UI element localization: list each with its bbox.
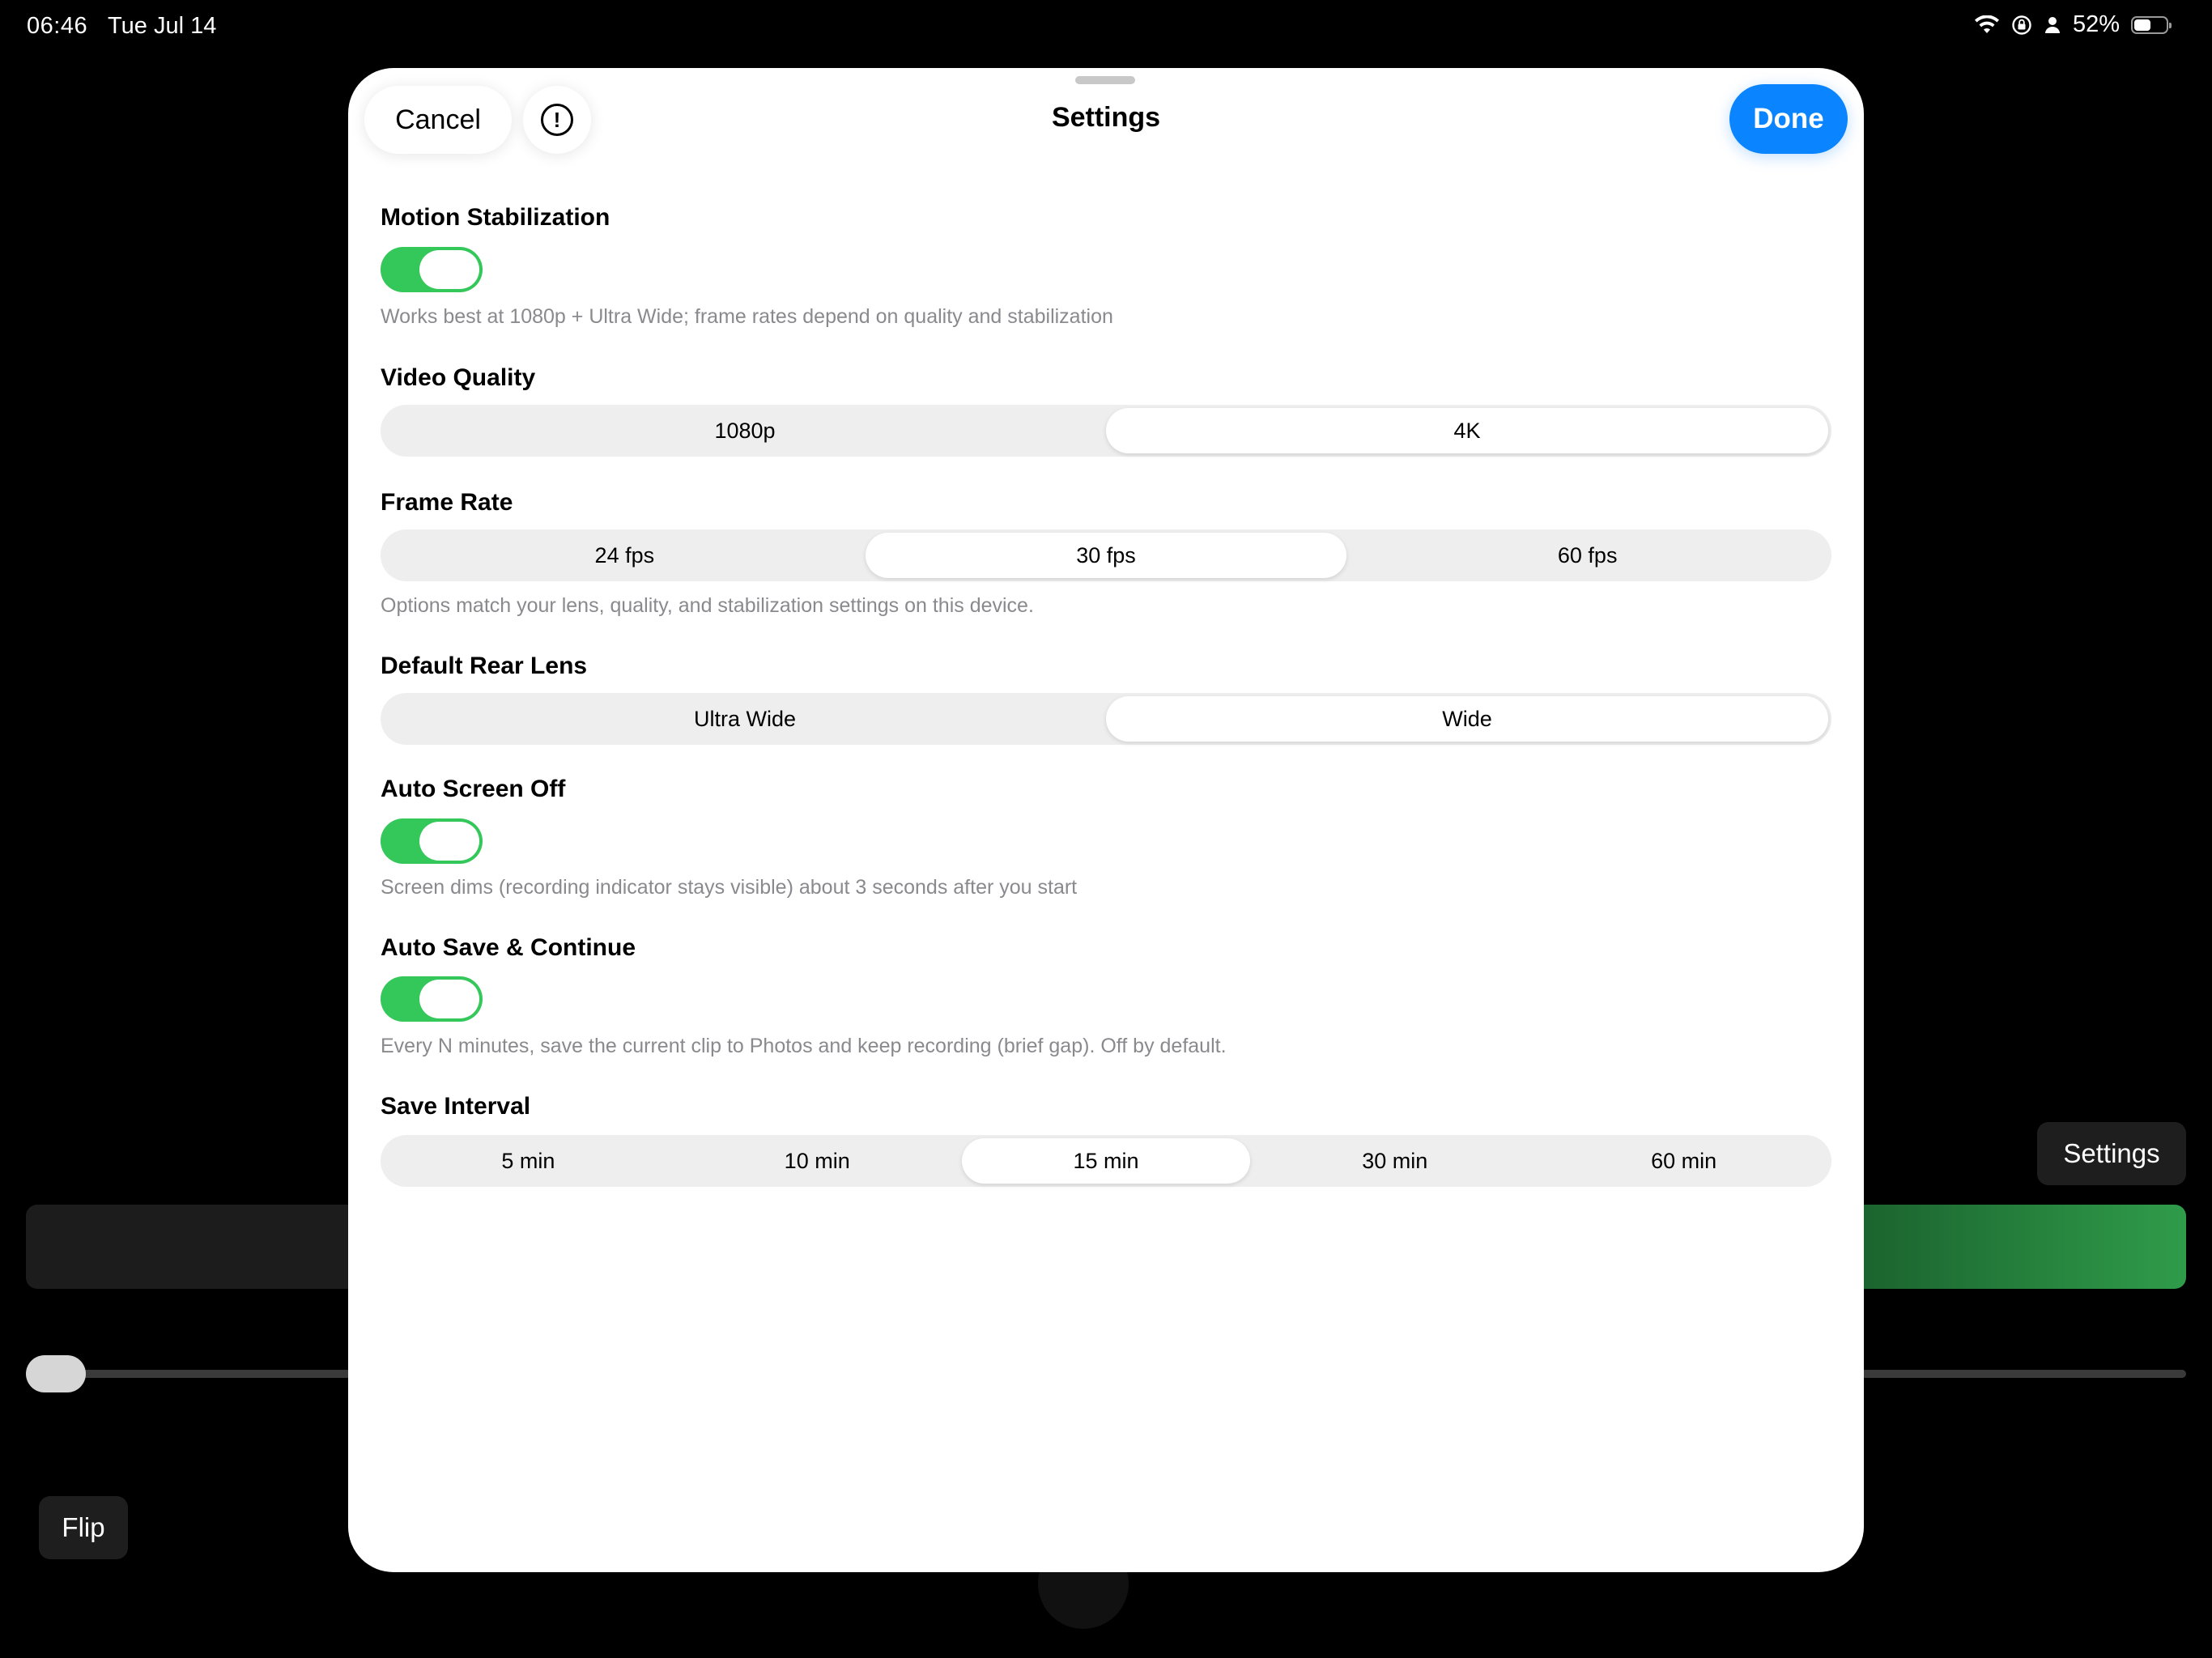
toggle-knob (419, 822, 479, 861)
done-button[interactable]: Done (1729, 84, 1848, 154)
frame-rate-option-30[interactable]: 30 fps (865, 533, 1347, 578)
flip-camera-button[interactable]: Flip (39, 1496, 128, 1559)
status-bar: 06:46 Tue Jul 14 52% (0, 0, 2212, 52)
video-quality-option-1080p[interactable]: 1080p (384, 408, 1106, 453)
battery-fill (2134, 19, 2150, 31)
status-time: 06:46 (27, 13, 88, 39)
auto-save-continue-toggle[interactable] (381, 976, 483, 1022)
battery-percent: 52% (2072, 11, 2120, 37)
zoom-slider-thumb[interactable] (26, 1355, 86, 1392)
background-settings-button[interactable]: Settings (2037, 1122, 2186, 1185)
save-interval-option-60[interactable]: 60 min (1539, 1138, 1828, 1184)
frame-rate-picker: 24 fps 30 fps 60 fps (381, 529, 1831, 581)
auto-screen-off-title: Auto Screen Off (381, 776, 566, 802)
toggle-knob (419, 980, 479, 1018)
auto-save-continue-caption: Every N minutes, save the current clip t… (381, 1035, 1227, 1057)
frame-rate-option-24[interactable]: 24 fps (384, 533, 866, 578)
status-date: Tue Jul 14 (108, 13, 217, 39)
save-interval-title: Save Interval (381, 1093, 531, 1120)
save-interval-option-10[interactable]: 10 min (673, 1138, 962, 1184)
default-rear-lens-title: Default Rear Lens (381, 653, 588, 679)
motion-stabilization-caption: Works best at 1080p + Ultra Wide; frame … (381, 305, 1113, 328)
orientation-lock-icon (2012, 15, 2031, 35)
motion-stabilization-title: Motion Stabilization (381, 204, 610, 231)
auto-save-continue-title: Auto Save & Continue (381, 934, 636, 961)
frame-rate-option-60[interactable]: 60 fps (1346, 533, 1828, 578)
motion-stabilization-toggle[interactable] (381, 247, 483, 292)
save-interval-picker: 5 min 10 min 15 min 30 min 60 min (381, 1135, 1831, 1187)
settings-sheet: Cancel ! Settings Done Motion Stabilizat… (348, 68, 1864, 1572)
sheet-title: Settings (1051, 102, 1161, 133)
lens-option-ultra-wide[interactable]: Ultra Wide (384, 696, 1106, 742)
battery-icon (2131, 15, 2172, 34)
sheet-grabber[interactable] (1075, 76, 1135, 84)
wifi-icon (1974, 15, 1999, 33)
save-interval-option-15[interactable]: 15 min (961, 1138, 1251, 1184)
video-quality-picker: 1080p 4K (381, 405, 1831, 457)
auto-screen-off-toggle[interactable] (381, 818, 483, 864)
default-rear-lens-picker: Ultra Wide Wide (381, 693, 1831, 745)
save-interval-option-30[interactable]: 30 min (1250, 1138, 1539, 1184)
frame-rate-caption: Options match your lens, quality, and st… (381, 594, 1034, 617)
status-indicators: 52% (1974, 11, 2172, 38)
lens-option-wide[interactable]: Wide (1106, 696, 1828, 742)
auto-screen-off-caption: Screen dims (recording indicator stays v… (381, 876, 1078, 899)
save-interval-option-5[interactable]: 5 min (384, 1138, 673, 1184)
video-quality-title: Video Quality (381, 364, 536, 391)
frame-rate-title: Frame Rate (381, 489, 513, 516)
toggle-knob (419, 250, 479, 289)
person-icon (2044, 16, 2060, 33)
video-quality-option-4k[interactable]: 4K (1106, 408, 1828, 453)
